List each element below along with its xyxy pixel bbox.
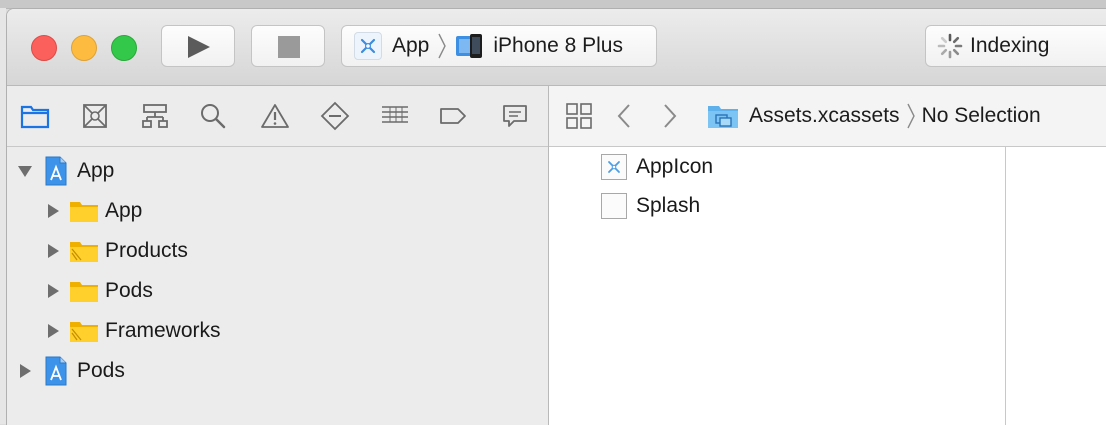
scheme-name: App: [392, 34, 430, 57]
tab-source-control-navigator[interactable]: [77, 98, 113, 134]
disclosure-collapsed-icon[interactable]: [44, 242, 62, 260]
zoom-window-button[interactable]: [111, 35, 137, 61]
close-window-button[interactable]: [31, 35, 57, 61]
test-diamond-icon: [320, 101, 350, 131]
disclosure-collapsed-icon[interactable]: [16, 362, 34, 380]
folder-reference-icon: [69, 239, 99, 263]
destination-name: iPhone 8 Plus: [493, 34, 623, 57]
stop-button[interactable]: [251, 25, 325, 67]
breakpoint-icon: [440, 108, 466, 124]
asset-label: AppIcon: [636, 155, 714, 178]
play-icon: [188, 36, 210, 58]
tab-test-navigator[interactable]: [317, 98, 353, 134]
related-items-icon: [566, 103, 592, 129]
app-icon-set-icon: [601, 154, 627, 180]
minimize-window-button[interactable]: [71, 35, 97, 61]
activity-viewer[interactable]: Indexing: [925, 25, 1106, 67]
report-bubble-icon: [503, 105, 527, 127]
window-toolbar: App iPhone 8 Plus Indexing: [7, 9, 1106, 86]
activity-status: Indexing: [970, 34, 1050, 57]
disclosure-expanded-icon[interactable]: [16, 162, 34, 180]
tree-item-label: App: [77, 159, 115, 182]
folder-tab-icon: [20, 105, 50, 129]
xcode-project-icon: [43, 356, 69, 386]
tree-row-frameworks-group[interactable]: Frameworks: [7, 311, 548, 351]
scheme-selector[interactable]: App iPhone 8 Plus: [341, 25, 657, 67]
asset-catalog-folder-icon: [707, 103, 739, 129]
tree-item-label: App: [105, 199, 143, 222]
folder-icon: [69, 279, 99, 303]
asset-row-appicon[interactable]: AppIcon: [601, 149, 713, 185]
folder-reference-icon: [69, 319, 99, 343]
disclosure-collapsed-icon[interactable]: [44, 322, 62, 340]
app-target-icon: [354, 32, 382, 60]
asset-label: Splash: [636, 194, 701, 217]
tab-symbol-navigator[interactable]: [137, 98, 173, 134]
breadcrumb: Assets.xcassets No Selection: [707, 98, 1041, 134]
tree-item-label: Frameworks: [105, 319, 221, 342]
disclosure-collapsed-icon[interactable]: [44, 282, 62, 300]
stop-icon: [278, 36, 300, 58]
xcode-window: App iPhone 8 Plus Indexing App App Produ…: [6, 8, 1106, 425]
debug-list-icon: [382, 106, 408, 123]
tab-report-navigator[interactable]: [497, 98, 533, 134]
tree-row-pods-group[interactable]: Pods: [7, 271, 548, 311]
tab-breakpoint-navigator[interactable]: [435, 98, 471, 134]
iphone-device-icon: [455, 32, 485, 60]
navigate-back-button[interactable]: [615, 102, 633, 130]
search-icon: [201, 104, 226, 129]
spinner-icon: [937, 33, 963, 59]
jump-bar: Assets.xcassets No Selection: [549, 86, 1106, 147]
asset-outline-list: AppIcon Splash: [549, 147, 1006, 425]
run-button[interactable]: [161, 25, 235, 67]
tree-row-app-group[interactable]: App: [7, 191, 548, 231]
navigate-forward-button[interactable]: [661, 102, 679, 130]
tree-item-label: Products: [105, 239, 188, 262]
source-control-icon: [83, 104, 107, 128]
tree-row-pods-project[interactable]: Pods: [7, 351, 548, 391]
project-navigator-pane: App App Products Pods Frameworks Pods: [7, 86, 549, 425]
editor-area: Assets.xcassets No Selection AppIcon Spl…: [549, 86, 1106, 425]
tab-issue-navigator[interactable]: [257, 98, 293, 134]
tab-debug-navigator[interactable]: [377, 98, 413, 134]
tab-project-navigator[interactable]: [17, 98, 53, 134]
path-separator-icon: [906, 103, 915, 129]
warning-icon: [261, 104, 289, 128]
navigator-selector-bar: [7, 86, 548, 147]
disclosure-collapsed-icon[interactable]: [44, 202, 62, 220]
related-items-button[interactable]: [565, 102, 593, 130]
path-separator-icon: [438, 33, 447, 59]
image-set-icon: [601, 193, 627, 219]
xcode-project-icon: [43, 156, 69, 186]
tree-item-label: Pods: [105, 279, 153, 302]
breadcrumb-selection[interactable]: No Selection: [922, 104, 1041, 128]
hierarchy-icon: [142, 104, 168, 128]
chevron-left-icon: [617, 104, 630, 128]
tree-row-products-group[interactable]: Products: [7, 231, 548, 271]
asset-detail-area: [1006, 147, 1106, 425]
tree-item-label: Pods: [77, 359, 125, 382]
breadcrumb-file[interactable]: Assets.xcassets: [749, 104, 900, 128]
chevron-right-icon: [664, 104, 677, 128]
folder-icon: [69, 199, 99, 223]
tab-find-navigator[interactable]: [195, 98, 231, 134]
tree-row-app-project[interactable]: App: [7, 151, 548, 191]
asset-row-splash[interactable]: Splash: [601, 188, 700, 224]
